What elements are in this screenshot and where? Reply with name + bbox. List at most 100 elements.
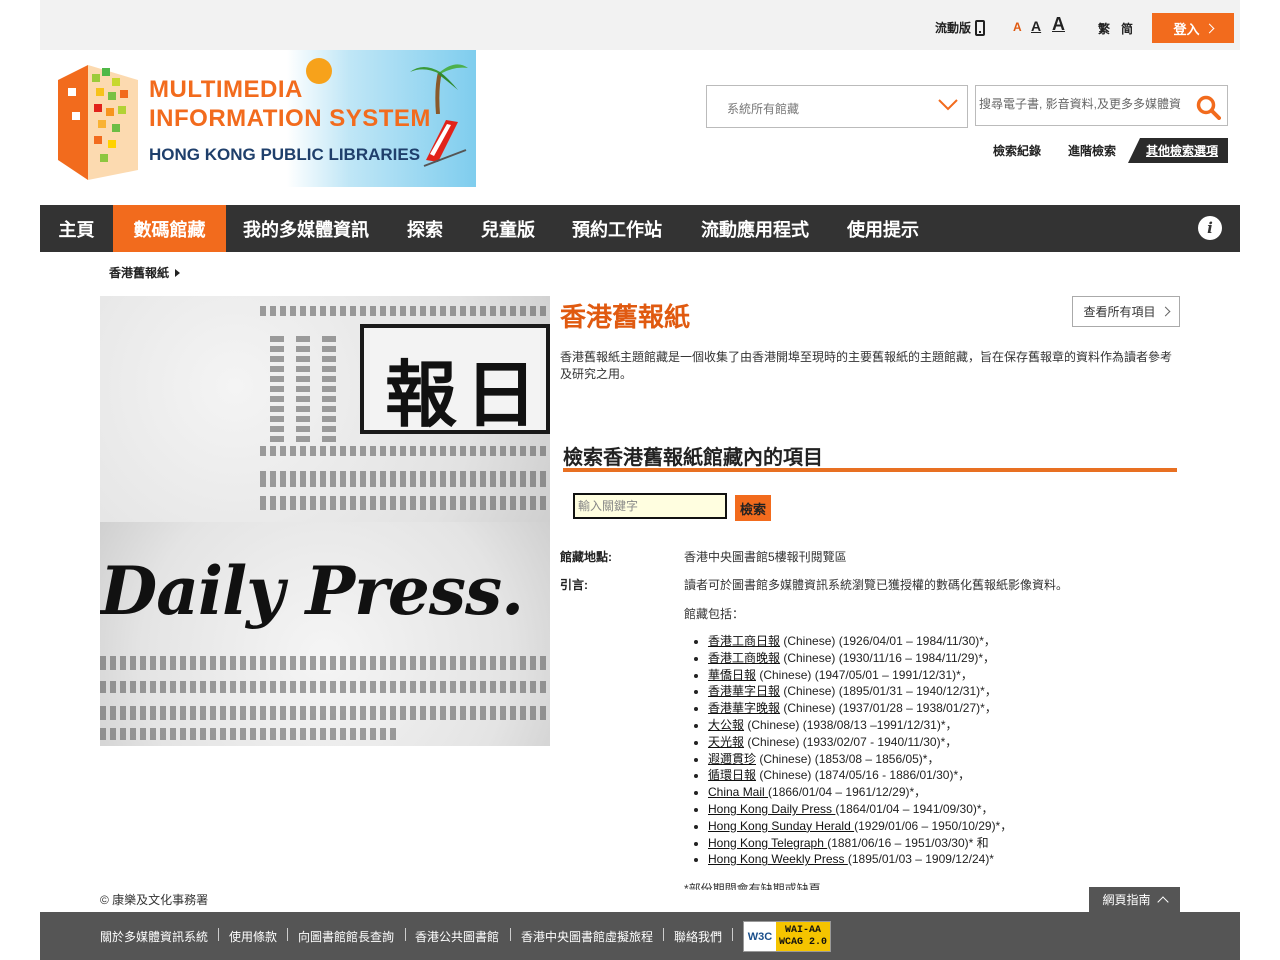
list-item: 大公報 (Chinese) (1938/08/13 –1991/12/31)*， bbox=[708, 717, 1012, 734]
footer-link-contact[interactable]: 聯絡我們 bbox=[674, 928, 722, 945]
masthead-english-title: Daily Press. bbox=[100, 552, 524, 630]
newspaper-link[interactable]: Hong Kong Sunday Herald bbox=[708, 819, 854, 833]
nav-item-kids[interactable]: 兒童版 bbox=[464, 205, 552, 252]
search-icon[interactable] bbox=[1195, 94, 1221, 120]
nav-item-explore[interactable]: 探索 bbox=[386, 205, 464, 252]
footer-link-about[interactable]: 關於多媒體資訊系統 bbox=[100, 928, 208, 945]
newspaper-link[interactable]: Hong Kong Telegraph bbox=[708, 836, 827, 850]
view-all-button[interactable]: 查看所有項目 bbox=[1072, 296, 1180, 327]
font-size-small[interactable]: A bbox=[1013, 20, 1022, 34]
search-history-link[interactable]: 檢索紀錄 bbox=[993, 142, 1041, 159]
list-item: 香港工商晚報 (Chinese) (1930/11/16 – 1984/11/2… bbox=[708, 650, 1012, 667]
wcag-badge[interactable]: W3C WAI-AA WCAG 2.0 bbox=[743, 921, 831, 952]
global-search-input[interactable] bbox=[979, 97, 1184, 111]
wcag-line-2: WCAG 2.0 bbox=[778, 936, 827, 948]
advanced-search-link[interactable]: 進階檢索 bbox=[1068, 142, 1116, 159]
footer-separator bbox=[405, 928, 406, 941]
site-logo[interactable]: MULTIMEDIA INFORMATION SYSTEM HONG KONG … bbox=[56, 50, 476, 187]
nav-item-reserve-workstation[interactable]: 預約工作站 bbox=[552, 205, 682, 252]
list-item: 香港華字晚報 (Chinese) (1937/01/28 – 1938/01/2… bbox=[708, 700, 1012, 717]
chevron-up-icon bbox=[1156, 895, 1169, 908]
page-title: 香港舊報紙 bbox=[560, 302, 691, 332]
newspaper-link[interactable]: 香港工商日報 bbox=[708, 634, 780, 648]
view-all-label: 查看所有項目 bbox=[1083, 305, 1156, 319]
nav-item-home[interactable]: 主頁 bbox=[40, 205, 113, 252]
newspaper-link[interactable]: 大公報 bbox=[708, 718, 744, 732]
footer-link-ask-librarian[interactable]: 向圖書館館長查詢 bbox=[298, 928, 394, 945]
newspaper-detail: (1866/01/04 – 1961/12/29)*， bbox=[768, 785, 927, 800]
keyword-search-button[interactable]: 檢索 bbox=[735, 495, 771, 521]
list-item: 循環日報 (Chinese) (1874/05/16 - 1886/01/30)… bbox=[708, 767, 1012, 784]
caret-right-icon bbox=[175, 268, 181, 277]
collection-scope-select[interactable]: 系統所有館藏 bbox=[706, 85, 968, 128]
mobile-version-link[interactable]: 流動版 bbox=[935, 19, 986, 36]
location-value: 香港中央圖書館5樓報刊閱覽區 bbox=[684, 550, 847, 564]
newspaper-detail: (1929/01/06 – 1950/10/29)*， bbox=[854, 818, 1013, 833]
footer-bar: 關於多媒體資訊系統 使用條款 向圖書館館長查詢 香港公共圖書館 香港中央圖書館虛… bbox=[40, 912, 1240, 960]
newspaper-detail: (Chinese) (1930/11/16 – 1984/11/29)*， bbox=[780, 650, 996, 665]
list-item: 華僑日報 (Chinese) (1947/05/01 – 1991/12/31)… bbox=[708, 667, 1012, 684]
footer-separator bbox=[663, 928, 664, 941]
list-item: Hong Kong Daily Press (1864/01/04 – 1941… bbox=[708, 801, 1012, 818]
intro-value: 讀者可於圖書館多媒體資訊系統瀏覽已獲授權的數碼化舊報紙影像資料。 bbox=[684, 578, 1069, 592]
lang-traditional[interactable]: 繁 bbox=[1098, 20, 1110, 37]
nav-item-usage-tips[interactable]: 使用提示 bbox=[828, 205, 938, 252]
info-icon[interactable]: i bbox=[1198, 216, 1222, 240]
list-item: Hong Kong Sunday Herald (1929/01/06 – 19… bbox=[708, 818, 1012, 835]
newspaper-detail: (Chinese) (1853/08 – 1856/05)*， bbox=[756, 751, 940, 766]
list-item: 香港工商日報 (Chinese) (1926/04/01 – 1984/11/3… bbox=[708, 633, 1012, 650]
footer-link-terms[interactable]: 使用條款 bbox=[229, 928, 277, 945]
logo-line-1: MULTIMEDIA bbox=[149, 76, 303, 103]
breadcrumb-current[interactable]: 香港舊報紙 bbox=[109, 264, 169, 281]
nav-item-digital-collections[interactable]: 數碼館藏 bbox=[113, 205, 226, 252]
print-column bbox=[270, 336, 284, 446]
login-label: 登入 bbox=[1173, 21, 1200, 37]
font-size-medium[interactable]: A bbox=[1031, 18, 1041, 34]
newspaper-link[interactable]: China Mail bbox=[708, 785, 768, 799]
heading-underline bbox=[563, 468, 1177, 472]
print-row bbox=[260, 306, 550, 316]
lang-simplified[interactable]: 简 bbox=[1121, 20, 1133, 37]
footer-link-virtual-tour[interactable]: 香港中央圖書館虛擬旅程 bbox=[521, 928, 653, 945]
newspaper-detail: (Chinese) (1895/01/31 – 1940/12/31)*， bbox=[780, 684, 997, 699]
nav-item-my-multimedia[interactable]: 我的多媒體資訊 bbox=[226, 205, 386, 252]
more-search-options-button[interactable]: 其他檢索選項 bbox=[1128, 138, 1228, 163]
footer-separator bbox=[287, 928, 288, 941]
newspaper-link[interactable]: 華僑日報 bbox=[708, 668, 756, 682]
footer-separator bbox=[510, 928, 511, 941]
sitemap-button[interactable]: 網頁指南 bbox=[1089, 887, 1180, 912]
footer-separator bbox=[732, 928, 733, 941]
list-item: China Mail (1866/01/04 – 1961/12/29)*， bbox=[708, 784, 1012, 801]
keyword-input[interactable] bbox=[573, 493, 727, 519]
chevron-right-icon bbox=[1204, 23, 1214, 33]
print-row bbox=[260, 446, 550, 456]
logo-line-3: HONG KONG PUBLIC LIBRARIES bbox=[149, 145, 421, 164]
footer-link-hkpl[interactable]: 香港公共圖書館 bbox=[415, 928, 499, 945]
wcag-line-1: WAI-AA bbox=[784, 924, 821, 936]
newspaper-link[interactable]: 循環日報 bbox=[708, 768, 756, 782]
chevron-down-icon bbox=[938, 99, 958, 111]
newspaper-link[interactable]: 香港華字晚報 bbox=[708, 701, 780, 715]
breadcrumb: 香港舊報紙 bbox=[109, 264, 181, 281]
newspaper-detail: (1864/01/04 – 1941/09/30)*， bbox=[835, 801, 994, 816]
newspaper-link[interactable]: 香港工商晚報 bbox=[708, 651, 780, 665]
newspaper-detail: (Chinese) (1874/05/16 - 1886/01/30)*， bbox=[756, 768, 971, 783]
masthead-chinese-title: 報日 bbox=[385, 352, 546, 437]
sitemap-label: 網頁指南 bbox=[1102, 893, 1151, 907]
newspaper-link[interactable]: 天光報 bbox=[708, 735, 744, 749]
newspaper-link[interactable]: Hong Kong Weekly Press bbox=[708, 852, 848, 866]
print-column bbox=[296, 336, 310, 446]
global-search-box bbox=[975, 85, 1228, 126]
font-size-large[interactable]: A bbox=[1052, 14, 1065, 35]
print-row bbox=[100, 681, 550, 693]
main-nav: 主頁 數碼館藏 我的多媒體資訊 探索 兒童版 預約工作站 流動應用程式 使用提示… bbox=[40, 205, 1240, 252]
intro-label: 引言: bbox=[560, 578, 588, 592]
newspaper-link[interactable]: 遐邇貫珍 bbox=[708, 752, 756, 766]
page: 流動版 A A A 繁 简 登入 MULTIMEDIA INFORMATION … bbox=[40, 0, 1240, 960]
login-button[interactable]: 登入 bbox=[1152, 13, 1234, 43]
print-row bbox=[260, 471, 550, 487]
newspaper-link[interactable]: 香港華字日報 bbox=[708, 684, 780, 698]
newspaper-link[interactable]: Hong Kong Daily Press bbox=[708, 802, 835, 816]
nav-item-mobile-apps[interactable]: 流動應用程式 bbox=[682, 205, 828, 252]
scope-selected-value: 系統所有館藏 bbox=[727, 102, 800, 116]
